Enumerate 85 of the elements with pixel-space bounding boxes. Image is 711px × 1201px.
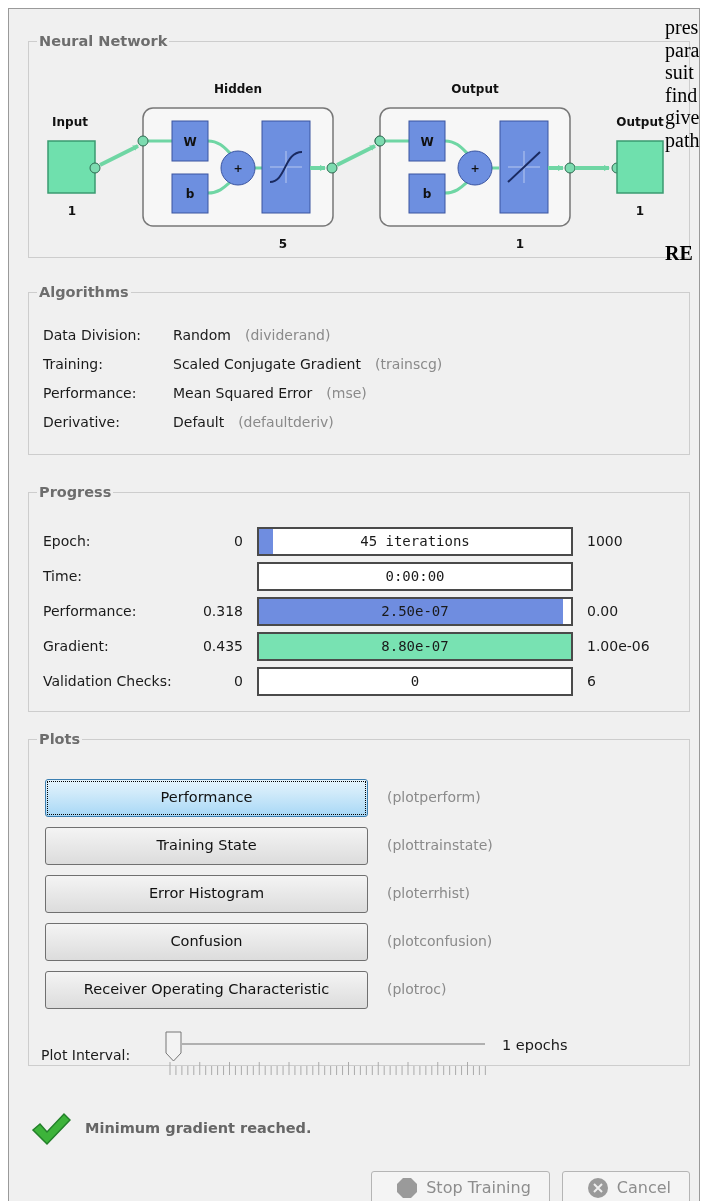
- bar-value: 45 iterations: [359, 531, 471, 551]
- connection-node: [137, 135, 149, 147]
- text-fragment: pres: [665, 16, 700, 39]
- bar-value: 0:00:00: [384, 566, 446, 586]
- text-fragment: path: [665, 128, 700, 152]
- start-value: 0.318: [201, 601, 244, 621]
- weight-block: W: [171, 120, 209, 162]
- start-value: 0: [233, 531, 244, 551]
- connection-arrow: [548, 164, 564, 171]
- layer-size: 5: [278, 236, 288, 251]
- end-value: 6: [586, 671, 597, 691]
- text-fragment: suit: [665, 61, 694, 84]
- function-name: (plottrainstate): [387, 836, 494, 856]
- setting-value: Scaled Conjugate Gradient: [173, 354, 361, 374]
- connection-node: [326, 162, 338, 174]
- input-size: 1: [67, 203, 77, 218]
- output-node: [616, 140, 664, 194]
- slider-label: Plot Interval:: [41, 1045, 132, 1065]
- bar-value: 0: [409, 671, 421, 691]
- end-value: 1000: [586, 531, 624, 551]
- section-title: Neural Network: [38, 34, 169, 50]
- bias-block: b: [171, 173, 209, 214]
- section-title: Progress: [38, 485, 113, 501]
- setting-label: Performance:: [43, 383, 138, 403]
- end-value: 0.00: [586, 601, 620, 621]
- cancel-icon: [586, 1177, 609, 1199]
- function-name: (trainscg): [374, 354, 443, 374]
- start-value: 0: [233, 671, 244, 691]
- transfer-function-icon: [261, 120, 311, 214]
- setting-label: Derivative:: [43, 412, 121, 432]
- progress-label: Time:: [43, 566, 83, 586]
- weight-block: W: [408, 120, 446, 162]
- start-value: 0.435: [201, 636, 244, 656]
- plot-button[interactable]: Performance: [45, 778, 368, 817]
- interval-value: 1 epochs: [502, 1035, 568, 1055]
- output-size: 1: [635, 203, 645, 218]
- connection-arrow: [310, 164, 326, 171]
- heading-fragment: RE: [665, 241, 694, 265]
- input-node: [47, 140, 96, 194]
- progress-label: Performance:: [43, 601, 138, 621]
- text-fragment: para: [665, 38, 700, 62]
- input-label: Input: [52, 114, 88, 129]
- checkmark-icon: [31, 1112, 71, 1146]
- progress-label: Epoch:: [43, 531, 92, 551]
- layer-name: Hidden: [214, 81, 262, 96]
- function-name: (ploterrhist): [387, 884, 471, 904]
- text-fragment: find: [665, 83, 699, 107]
- section-title: Algorithms: [38, 285, 130, 301]
- sum-node: +: [457, 150, 493, 186]
- connection-node: [89, 162, 101, 174]
- progress-label: Gradient:: [43, 636, 110, 656]
- text-fragment: give: [665, 106, 700, 129]
- connection-arrow: [99, 144, 139, 167]
- connection-arrow: [575, 164, 610, 171]
- setting-value: Mean Squared Error: [173, 383, 313, 403]
- bar-value: 2.50e-07: [380, 601, 450, 621]
- plot-button[interactable]: Confusion: [45, 922, 368, 961]
- function-name: (plotroc): [387, 980, 448, 1000]
- function-name: (mse): [326, 383, 367, 403]
- function-name: (defaultderiv): [238, 412, 334, 432]
- plot-button[interactable]: Training State: [45, 826, 368, 865]
- setting-label: Training:: [43, 354, 104, 374]
- plot-button[interactable]: Receiver Operating Characteristic: [45, 970, 368, 1009]
- layer-size: 1: [515, 236, 525, 251]
- connection-arrow: [336, 144, 376, 167]
- connection-node: [564, 162, 576, 174]
- function-name: (plotperform): [387, 788, 482, 808]
- function-name: (dividerand): [244, 325, 331, 345]
- status-message: Minimum gradient reached.: [85, 1119, 312, 1139]
- layer-name: Output: [451, 81, 499, 96]
- stop-icon: [396, 1177, 419, 1199]
- progress-label: Validation Checks:: [43, 671, 173, 691]
- section-title: Plots: [38, 732, 82, 748]
- setting-value: Default: [173, 412, 225, 432]
- plot-button[interactable]: Error Histogram: [45, 874, 368, 913]
- sum-node: +: [220, 150, 256, 186]
- slider-thumb[interactable]: [165, 1030, 182, 1062]
- transfer-function-icon: [499, 120, 549, 214]
- setting-value: Random: [173, 325, 231, 345]
- setting-label: Data Division:: [43, 325, 143, 345]
- end-value: 1.00e-06: [586, 636, 651, 656]
- function-name: (plotconfusion): [387, 932, 494, 952]
- bias-block: b: [408, 173, 446, 214]
- bar-value: 8.80e-07: [380, 636, 450, 656]
- output-label: Output: [616, 114, 664, 129]
